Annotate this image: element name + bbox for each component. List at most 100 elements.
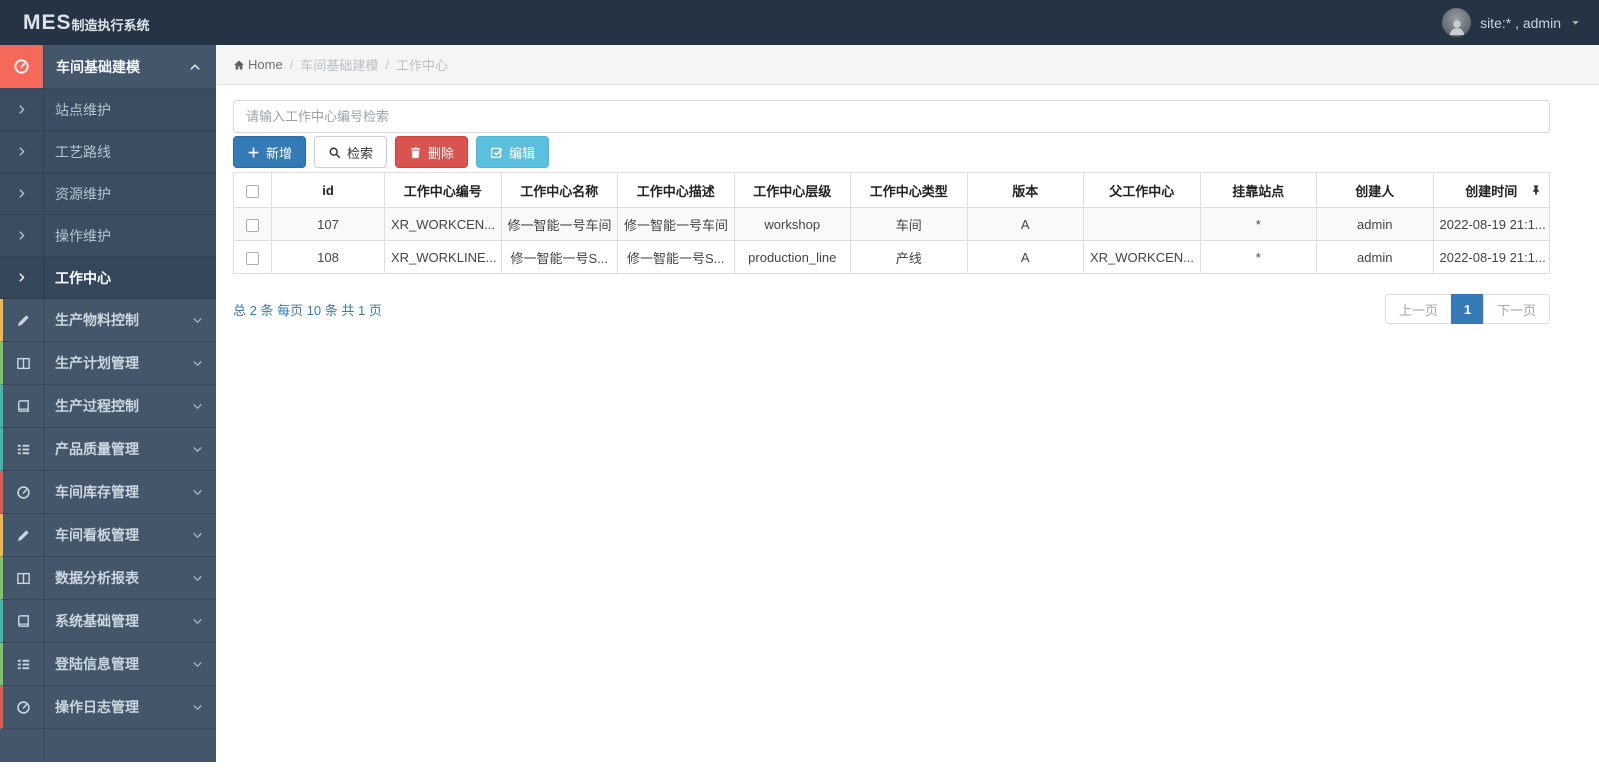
- top-navbar: MES 制造执行系统 site:* , admin: [0, 0, 1599, 45]
- table-row[interactable]: 107 XR_WORKCEN... 修一智能一号车间 修一智能一号车间 work…: [233, 207, 1550, 241]
- sidebar-item-plan-management[interactable]: 生产计划管理: [0, 342, 216, 385]
- add-button[interactable]: 新增: [233, 136, 307, 168]
- breadcrumb: Home / 车间基础建模 / 工作中心: [216, 45, 1599, 85]
- chevron-down-icon: [192, 315, 203, 326]
- gauge-icon: [3, 686, 43, 728]
- chevron-right-icon: [16, 104, 27, 115]
- column-header-id[interactable]: id: [271, 172, 385, 208]
- work-center-table: id 工作中心编号 工作中心名称 工作中心描述 工作中心层级 工作中心类型 版本…: [233, 172, 1550, 274]
- pencil-icon: [3, 514, 43, 556]
- column-header-station[interactable]: 挂靠站点: [1199, 172, 1317, 208]
- sidebar-item-process-route[interactable]: 工艺路线: [0, 131, 216, 173]
- prev-page-button[interactable]: 上一页: [1384, 294, 1452, 324]
- sidebar-item-system-management[interactable]: 系统基础管理: [0, 600, 216, 643]
- edit-button-label: 编辑: [509, 145, 536, 161]
- sidebar-item-workshop-modeling[interactable]: 车间基础建模: [0, 45, 216, 89]
- record-summary[interactable]: 总 2 条 每页 10 条 共 1 页: [233, 300, 382, 319]
- sidebar-item-work-center[interactable]: 工作中心: [0, 257, 216, 299]
- search-button-label: 检索: [347, 145, 374, 161]
- sidebar-item-label: 登陆信息管理: [55, 656, 139, 672]
- cell-parent: XR_WORKCEN...: [1083, 240, 1201, 274]
- sidebar-item-process-control[interactable]: 生产过程控制: [0, 385, 216, 428]
- work-center-search-input[interactable]: [233, 100, 1550, 133]
- chevron-down-icon: [192, 487, 203, 498]
- sidebar-item-label: 系统基础管理: [55, 613, 139, 629]
- submenu-label: 工作中心: [55, 269, 111, 286]
- sidebar-parent-label: 车间基础建模: [56, 58, 140, 75]
- table-row[interactable]: 108 XR_WORKLINE... 修一智能一号S... 修一智能一号S...…: [233, 240, 1550, 274]
- delete-button[interactable]: 删除: [395, 136, 469, 168]
- column-header-parent[interactable]: 父工作中心: [1083, 172, 1201, 208]
- column-header-level[interactable]: 工作中心层级: [733, 172, 851, 208]
- user-avatar[interactable]: [1442, 8, 1472, 37]
- cell-station: *: [1199, 240, 1317, 274]
- select-all-checkbox[interactable]: [246, 184, 259, 198]
- gauge-icon: [3, 471, 43, 513]
- list-icon: [3, 643, 43, 685]
- sidebar-item-login-info[interactable]: 登陆信息管理: [0, 643, 216, 686]
- cell-level: production_line: [733, 240, 851, 274]
- cell-level: workshop: [733, 207, 851, 241]
- submenu-label: 工艺路线: [55, 143, 111, 160]
- column-header-type[interactable]: 工作中心类型: [850, 172, 968, 208]
- pin-icon[interactable]: [1530, 184, 1542, 196]
- toolbar: 新增 检索 删除 编辑: [233, 136, 1550, 168]
- breadcrumb-section[interactable]: 车间基础建模: [300, 55, 378, 74]
- sidebar-item-kanban-management[interactable]: 车间看板管理: [0, 514, 216, 557]
- chevron-down-icon: [192, 573, 203, 584]
- cell-version: A: [966, 240, 1084, 274]
- pagination: 上一页 1 下一页: [1384, 294, 1550, 324]
- sidebar-item-label: 数据分析报表: [55, 570, 139, 586]
- chevron-down-icon: [192, 702, 203, 713]
- user-label: site:* , admin: [1480, 14, 1561, 31]
- column-header-name[interactable]: 工作中心名称: [500, 172, 618, 208]
- chevron-down-icon: [192, 616, 203, 627]
- sidebar-item-analytics-reports[interactable]: 数据分析报表: [0, 557, 216, 600]
- logo-mes-text: MES: [23, 10, 72, 34]
- table-footer: 总 2 条 每页 10 条 共 1 页 上一页 1 下一页: [233, 294, 1550, 324]
- column-header-version[interactable]: 版本: [966, 172, 1084, 208]
- sidebar-item-station-maintenance[interactable]: 站点维护: [0, 89, 216, 131]
- cell-version: A: [966, 207, 1084, 241]
- column-header-created-label[interactable]: 创建时间: [1465, 184, 1517, 199]
- sidebar-item-material-control[interactable]: 生产物料控制: [0, 299, 216, 342]
- row-checkbox[interactable]: [246, 218, 259, 232]
- sidebar-item-quality-management[interactable]: 产品质量管理: [0, 428, 216, 471]
- chevron-down-icon: [192, 444, 203, 455]
- row-checkbox[interactable]: [246, 251, 259, 265]
- breadcrumb-home[interactable]: Home: [248, 57, 283, 72]
- cell-parent: [1083, 207, 1201, 241]
- column-header-creator[interactable]: 创建人: [1316, 172, 1434, 208]
- cell-creator: admin: [1316, 207, 1434, 241]
- sidebar-item-operation-logs[interactable]: 操作日志管理: [0, 686, 216, 729]
- breadcrumb-separator: /: [289, 57, 294, 72]
- chevron-up-icon: [189, 61, 201, 73]
- cell-name: 修一智能一号S...: [500, 240, 618, 274]
- columns-icon: [3, 342, 43, 384]
- sidebar-item-resource-maintenance[interactable]: 资源维护: [0, 173, 216, 215]
- chevron-down-icon: [192, 358, 203, 369]
- submenu-label: 站点维护: [55, 101, 111, 118]
- chevron-down-icon: [192, 401, 203, 412]
- book-icon: [3, 600, 43, 642]
- column-header-desc[interactable]: 工作中心描述: [617, 172, 735, 208]
- logo-suffix-text: 制造执行系统: [71, 18, 150, 33]
- edit-button[interactable]: 编辑: [476, 136, 550, 168]
- chevron-right-icon: [16, 272, 27, 283]
- breadcrumb-page: 工作中心: [395, 58, 448, 73]
- cell-code: XR_WORKCEN...: [384, 207, 502, 241]
- sidebar-item-inventory-management[interactable]: 车间库存管理: [0, 471, 216, 514]
- cell-desc: 修一智能一号车间: [617, 207, 735, 241]
- list-icon: [3, 428, 43, 470]
- app-logo: MES 制造执行系统: [23, 0, 150, 45]
- page-1-button[interactable]: 1: [1450, 294, 1484, 324]
- search-button[interactable]: 检索: [314, 136, 388, 168]
- sidebar-item-operation-maintenance[interactable]: 操作维护: [0, 215, 216, 257]
- column-header-code[interactable]: 工作中心编号: [384, 172, 502, 208]
- sidebar-submenu: 站点维护 工艺路线 资源维护 操作维护 工作中心: [0, 89, 216, 299]
- cell-created: 2022-08-19 21:1...: [1432, 240, 1550, 274]
- cell-station: *: [1199, 207, 1317, 241]
- pencil-icon: [3, 299, 43, 341]
- next-page-button[interactable]: 下一页: [1482, 294, 1550, 324]
- user-menu[interactable]: site:* , admin: [1442, 0, 1581, 45]
